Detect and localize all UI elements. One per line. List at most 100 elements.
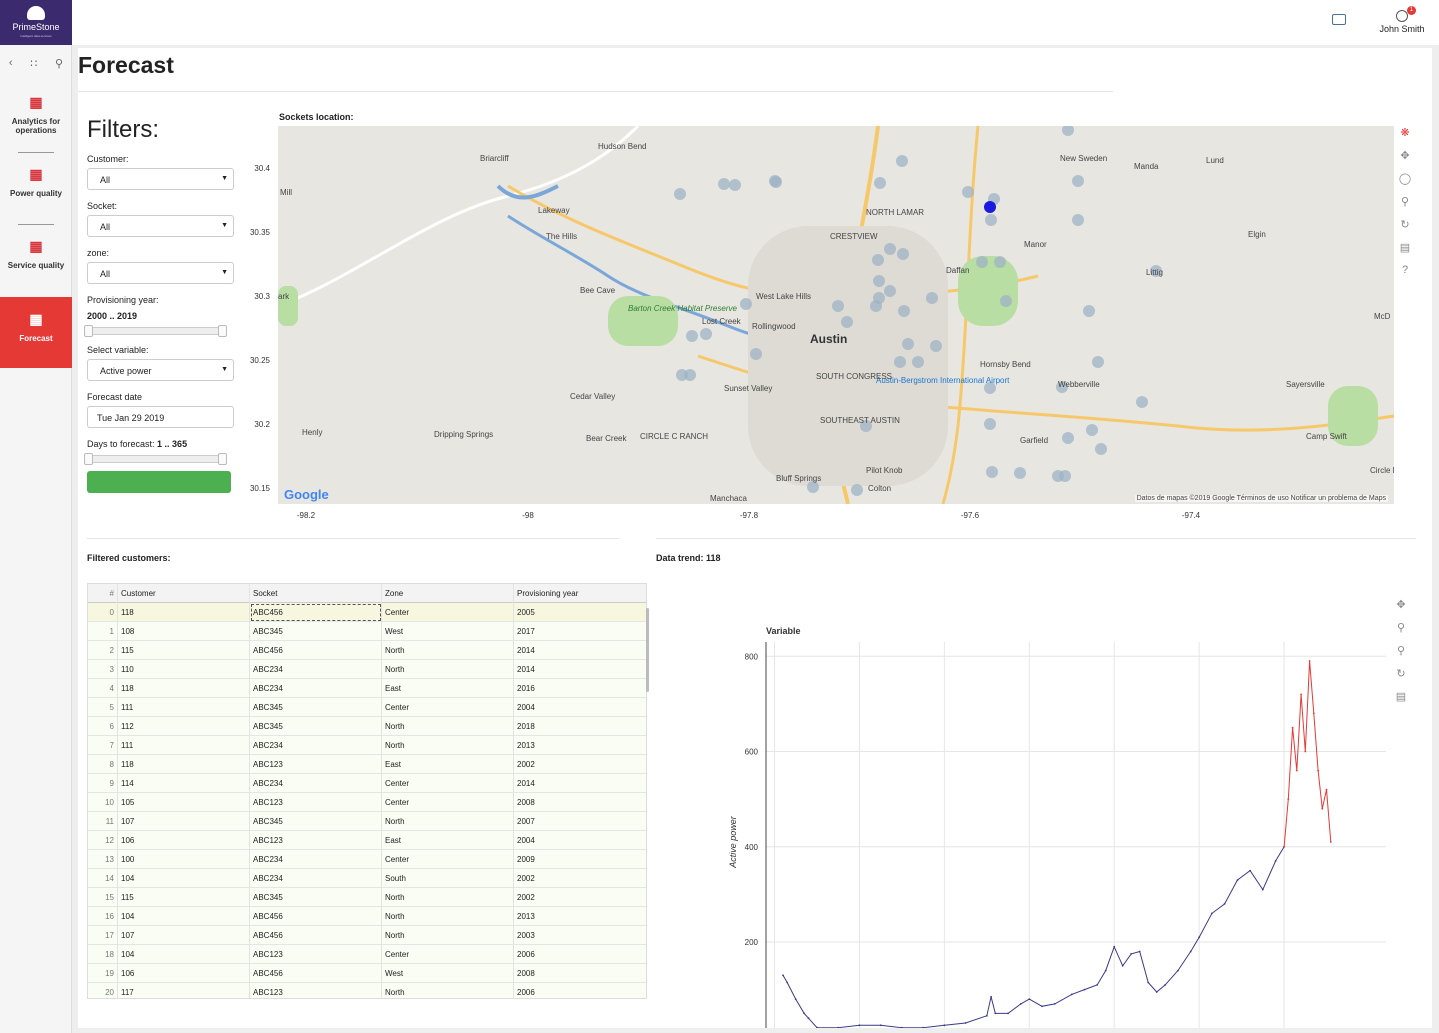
socket-marker[interactable] <box>872 254 884 266</box>
table-cell[interactable]: 107 <box>118 812 250 831</box>
socket-marker[interactable] <box>884 243 896 255</box>
wheel-zoom-icon[interactable]: ⚲ <box>1390 644 1412 667</box>
socket-marker[interactable] <box>896 155 908 167</box>
table-row[interactable]: 19 106 ABC456 West 2008 <box>88 964 646 983</box>
table-row[interactable]: 0 118 ABC456 Center 2005 <box>88 603 646 622</box>
table-row[interactable]: 7 111 ABC234 North 2013 <box>88 736 646 755</box>
table-cell[interactable]: 2006 <box>514 983 646 998</box>
selected-socket-marker[interactable] <box>984 201 996 213</box>
table-cell[interactable]: ABC456 <box>250 907 382 926</box>
table-row[interactable]: 13 100 ABC234 Center 2009 <box>88 850 646 869</box>
table-cell[interactable]: ABC234 <box>250 774 382 793</box>
table-cell[interactable]: ABC345 <box>250 622 382 641</box>
table-row[interactable]: 3 110 ABC234 North 2014 <box>88 660 646 679</box>
run-forecast-button[interactable] <box>87 471 231 493</box>
map-attribution[interactable]: Datos de mapas ©2019 Google Términos de … <box>1134 495 1388 502</box>
table-cell[interactable]: 19 <box>88 964 118 983</box>
table-row[interactable]: 1 108 ABC345 West 2017 <box>88 622 646 641</box>
table-cell[interactable]: 100 <box>118 850 250 869</box>
table-cell[interactable]: 115 <box>118 641 250 660</box>
table-cell[interactable]: 3 <box>88 660 118 679</box>
table-cell[interactable]: ABC234 <box>250 869 382 888</box>
table-cell[interactable]: North <box>382 660 514 679</box>
socket-marker[interactable] <box>902 338 914 350</box>
table-cell[interactable]: 110 <box>118 660 250 679</box>
table-cell[interactable]: 2013 <box>514 907 646 926</box>
table-cell[interactable]: ABC234 <box>250 736 382 755</box>
socket-marker[interactable] <box>930 340 942 352</box>
table-row[interactable]: 17 107 ABC456 North 2003 <box>88 926 646 945</box>
column-header[interactable]: # <box>88 584 118 603</box>
table-cell[interactable]: 106 <box>118 964 250 983</box>
table-cell[interactable]: Center <box>382 698 514 717</box>
brand-logo[interactable]: PrimeStone Intelligent data services <box>0 0 72 45</box>
table-cell[interactable]: 4 <box>88 679 118 698</box>
variable-select[interactable]: Active power ▼ <box>87 359 234 381</box>
table-row[interactable]: 11 107 ABC345 North 2007 <box>88 812 646 831</box>
table-row[interactable]: 18 104 ABC123 Center 2006 <box>88 945 646 964</box>
table-cell[interactable]: 2014 <box>514 774 646 793</box>
table-cell[interactable]: ABC345 <box>250 888 382 907</box>
pan-icon[interactable]: ✥ <box>1394 149 1416 172</box>
table-cell[interactable]: 108 <box>118 622 250 641</box>
table-row[interactable]: 8 118 ABC123 East 2002 <box>88 755 646 774</box>
customers-table[interactable]: # Customer Socket Zone Provisioning year… <box>87 583 647 999</box>
table-cell[interactable]: 105 <box>118 793 250 812</box>
socket-marker[interactable] <box>1062 432 1074 444</box>
wheel-zoom-icon[interactable]: ⚲ <box>1394 195 1416 218</box>
socket-marker[interactable] <box>676 369 688 381</box>
forecast-date-input[interactable]: Tue Jan 29 2019 <box>87 406 234 428</box>
table-cell[interactable]: Center <box>382 945 514 964</box>
apps-grid-icon[interactable]: ∷ <box>30 57 37 70</box>
days-slider[interactable] <box>84 453 227 465</box>
sidebar-item-analytics[interactable]: ▦ Analytics for operations <box>0 95 72 168</box>
table-cell[interactable]: 104 <box>118 869 250 888</box>
table-cell[interactable]: 6 <box>88 717 118 736</box>
table-cell[interactable]: 118 <box>118 603 250 622</box>
table-cell[interactable]: 111 <box>118 736 250 755</box>
table-cell[interactable]: 2018 <box>514 717 646 736</box>
slider-handle-end[interactable] <box>218 453 227 465</box>
bokeh-logo-icon[interactable]: ❋ <box>1394 126 1416 149</box>
table-cell[interactable]: ABC234 <box>250 679 382 698</box>
table-cell[interactable]: 2005 <box>514 603 646 622</box>
table-cell[interactable]: ABC345 <box>250 717 382 736</box>
table-cell[interactable]: 5 <box>88 698 118 717</box>
table-cell[interactable]: 20 <box>88 983 118 998</box>
table-cell[interactable]: North <box>382 926 514 945</box>
socket-marker[interactable] <box>897 248 909 260</box>
table-cell[interactable]: Center <box>382 793 514 812</box>
pan-icon[interactable]: ✥ <box>1390 598 1412 621</box>
socket-marker[interactable] <box>851 484 863 496</box>
table-cell[interactable]: ABC234 <box>250 850 382 869</box>
table-cell[interactable]: 2007 <box>514 812 646 831</box>
socket-marker[interactable] <box>1086 424 1098 436</box>
socket-marker[interactable] <box>841 316 853 328</box>
socket-marker[interactable] <box>1072 175 1084 187</box>
table-cell[interactable]: Center <box>382 774 514 793</box>
table-scrollbar[interactable] <box>646 608 649 692</box>
table-cell[interactable]: 17 <box>88 926 118 945</box>
socket-marker[interactable] <box>1052 470 1064 482</box>
table-cell[interactable]: Center <box>382 850 514 869</box>
table-cell[interactable]: 118 <box>118 755 250 774</box>
socket-marker[interactable] <box>1092 356 1104 368</box>
table-cell[interactable]: North <box>382 736 514 755</box>
table-cell[interactable]: 107 <box>118 926 250 945</box>
socket-marker[interactable] <box>984 418 996 430</box>
socket-marker[interactable] <box>926 292 938 304</box>
column-header[interactable]: Provisioning year <box>514 584 646 603</box>
socket-marker[interactable] <box>912 356 924 368</box>
table-cell[interactable]: 2002 <box>514 888 646 907</box>
socket-marker[interactable] <box>674 188 686 200</box>
table-row[interactable]: 20 117 ABC123 North 2006 <box>88 983 646 998</box>
socket-marker[interactable] <box>976 256 988 268</box>
table-cell[interactable]: North <box>382 641 514 660</box>
search-icon[interactable]: ⚲ <box>55 57 63 70</box>
socket-marker[interactable] <box>832 300 844 312</box>
table-cell[interactable]: West <box>382 964 514 983</box>
socket-marker[interactable] <box>700 328 712 340</box>
sockets-map[interactable]: Google Datos de mapas ©2019 Google Térmi… <box>278 126 1394 504</box>
table-cell[interactable]: 104 <box>118 907 250 926</box>
reset-icon[interactable]: ↻ <box>1390 667 1412 690</box>
